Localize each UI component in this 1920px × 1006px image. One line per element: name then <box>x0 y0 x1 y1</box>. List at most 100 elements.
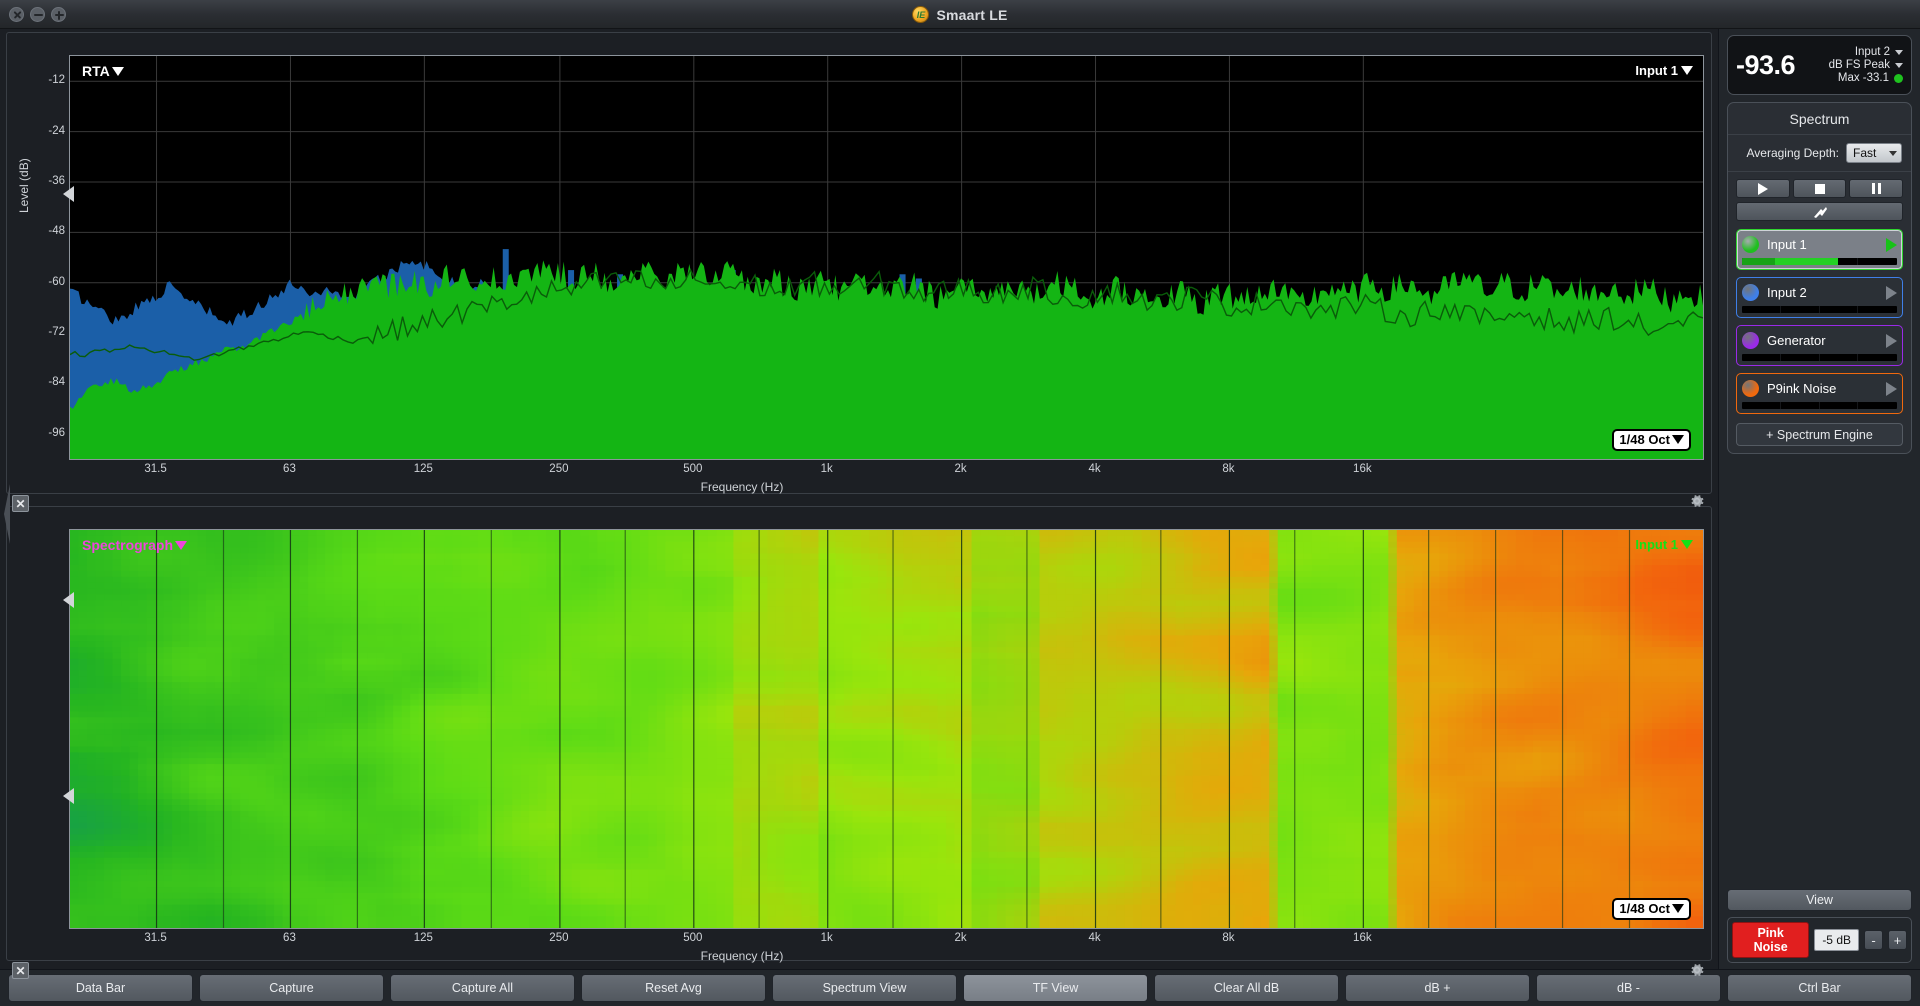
x-tick: 500 <box>683 463 703 475</box>
engine-color-dot-icon <box>1742 380 1759 397</box>
engine-play-icon[interactable] <box>1886 381 1897 396</box>
x-tick: 4k <box>1088 932 1101 944</box>
rta-spectrum-graph <box>70 56 1703 459</box>
spectrum-panel: Spectrum Averaging Depth: Fast Input 1 I… <box>1727 102 1912 454</box>
data-bar-details: Input 2 dB FS Peak Max -33.1 <box>1801 46 1903 84</box>
rta-settings-gear-icon[interactable] <box>1688 492 1706 510</box>
rta-y-tick: -24 <box>48 124 65 137</box>
averaging-depth-value: Fast <box>1853 146 1877 160</box>
engine-row: P9ink Noise <box>1742 378 1897 399</box>
spectrum-engine-list: Input 1 Input 2 Generator P9ink Noise <box>1728 221 1911 414</box>
generator-level-increase-button[interactable]: + <box>1888 930 1907 950</box>
engine-meter-fill-peak <box>1774 258 1839 265</box>
x-tick: 500 <box>683 932 703 944</box>
engine-level-meter <box>1742 402 1897 409</box>
engine-play-icon[interactable] <box>1886 237 1897 252</box>
engine-row: Input 2 <box>1742 282 1897 303</box>
x-tick: 8k <box>1222 463 1235 475</box>
x-tick: 2k <box>954 463 967 475</box>
engine-level-meter <box>1742 258 1897 265</box>
spectrograph-settings-gear-icon[interactable] <box>1688 961 1706 979</box>
spectrum-engine-input-1[interactable]: Input 1 <box>1736 229 1903 270</box>
engine-color-dot-icon <box>1742 236 1759 253</box>
engine-play-icon[interactable] <box>1886 285 1897 300</box>
x-tick: 125 <box>413 932 433 944</box>
pink-noise-button[interactable]: Pink Noise <box>1732 922 1810 958</box>
data-bar: -93.6 Input 2 dB FS Peak Max -33.1 <box>1727 35 1912 95</box>
rta-octave-label: 1/48 Oct <box>1619 432 1670 447</box>
rta-close-icon[interactable]: ✕ <box>12 495 29 512</box>
rta-source-menu[interactable]: Input 1 <box>1635 63 1693 78</box>
add-spectrum-engine-button[interactable]: + Spectrum Engine <box>1736 423 1903 446</box>
chevron-down-icon <box>175 540 188 550</box>
rta-source-label: Input 1 <box>1635 63 1678 78</box>
spectrograph-marker-lower[interactable] <box>63 788 74 804</box>
plot-area: Level (dB) -12 -24 -36 -48 -60 -72 -84 -96 RTA … <box>0 29 1718 979</box>
spectrum-engine-p9ink-noise[interactable]: P9ink Noise <box>1736 373 1903 414</box>
ctrl-button-capture-all[interactable]: Capture All <box>390 974 575 1002</box>
engine-level-meter <box>1742 306 1897 313</box>
ctrl-button-db[interactable]: dB + <box>1345 974 1530 1002</box>
smaart-logo-icon: IE <box>912 6 930 23</box>
chevron-down-icon <box>1681 540 1693 549</box>
spectrograph-canvas[interactable]: Spectrograph Input 1 1/48 Oct <box>69 529 1704 929</box>
rta-octave-badge[interactable]: 1/48 Oct <box>1612 429 1691 451</box>
chevron-down-icon <box>1895 49 1903 55</box>
panel-bottom-controls: View Pink Noise -5 dB - + <box>1727 889 1912 963</box>
data-bar-source: Input 2 <box>1854 46 1890 58</box>
x-tick: 250 <box>549 463 569 475</box>
pause-button[interactable] <box>1849 179 1904 198</box>
stop-button[interactable] <box>1792 179 1847 198</box>
tools-button[interactable] <box>1736 202 1903 221</box>
ctrl-button-ctrl-bar[interactable]: Ctrl Bar <box>1727 974 1912 1002</box>
spectrograph-x-axis-label: Frequency (Hz) <box>700 949 784 963</box>
signal-status-indicator <box>1894 73 1903 83</box>
spectrograph-source-label: Input 1 <box>1635 537 1678 552</box>
chevron-down-icon <box>1681 66 1693 75</box>
x-tick: 16k <box>1353 463 1372 475</box>
ctrl-button-tf-view[interactable]: TF View <box>963 974 1148 1002</box>
spectrograph-close-icon[interactable]: ✕ <box>12 962 29 979</box>
rta-plot-panel: Level (dB) -12 -24 -36 -48 -60 -72 -84 -96 RTA … <box>6 32 1712 494</box>
rta-title-menu[interactable]: RTA <box>82 63 124 79</box>
engine-level-meter <box>1742 354 1897 361</box>
engine-label: P9ink Noise <box>1767 381 1837 396</box>
rta-x-axis-label: Frequency (Hz) <box>700 480 784 494</box>
spectrograph-title-menu[interactable]: Spectrograph <box>82 537 188 553</box>
tools-hammer-wrench-icon <box>1813 206 1827 218</box>
x-tick: 1k <box>820 932 833 944</box>
rta-y-ticks: -12 -24 -36 -48 -60 -72 -84 -96 <box>29 33 69 493</box>
ctrl-button-spectrum-view[interactable]: Spectrum View <box>772 974 957 1002</box>
ctrl-button-clear-all-db[interactable]: Clear All dB <box>1154 974 1339 1002</box>
right-control-panel: -93.6 Input 2 dB FS Peak Max -33.1 Spect… <box>1718 29 1920 969</box>
generator-level-decrease-button[interactable]: - <box>1864 930 1883 950</box>
rta-level-marker[interactable] <box>63 186 74 202</box>
averaging-depth-row: Averaging Depth: Fast <box>1728 135 1911 172</box>
play-button[interactable] <box>1736 179 1790 198</box>
view-button[interactable]: View <box>1727 889 1912 911</box>
spectrograph-marker-upper[interactable] <box>63 592 74 608</box>
data-bar-unit-row[interactable]: dB FS Peak <box>1829 59 1903 71</box>
engine-label: Input 1 <box>1767 237 1807 252</box>
spectrum-engine-input-2[interactable]: Input 2 <box>1736 277 1903 318</box>
spectrum-engine-generator[interactable]: Generator <box>1736 325 1903 366</box>
x-tick: 1k <box>820 463 833 475</box>
ctrl-button-data-bar[interactable]: Data Bar <box>8 974 193 1002</box>
data-bar-source-row[interactable]: Input 2 <box>1855 46 1903 58</box>
engine-label: Generator <box>1767 333 1826 348</box>
ctrl-button-reset-avg[interactable]: Reset Avg <box>581 974 766 1002</box>
transport-controls <box>1728 172 1911 198</box>
rta-canvas[interactable]: RTA Input 1 1/48 Oct <box>69 55 1704 460</box>
control-bar: Data Bar Capture Capture All Reset Avg Spect… <box>0 969 1920 1006</box>
spectrograph-heatmap <box>70 530 1703 928</box>
rta-y-tick: -12 <box>48 74 65 87</box>
averaging-depth-select[interactable]: Fast <box>1846 143 1902 163</box>
generator-level-value[interactable]: -5 dB <box>1814 929 1859 951</box>
spectrograph-octave-badge[interactable]: 1/48 Oct <box>1612 898 1691 920</box>
ctrl-button-capture[interactable]: Capture <box>199 974 384 1002</box>
chevron-down-icon <box>1672 904 1684 913</box>
spectrograph-source-menu[interactable]: Input 1 <box>1635 537 1693 552</box>
engine-play-icon[interactable] <box>1886 333 1897 348</box>
panel-resize-handle[interactable] <box>2 484 12 544</box>
spectrograph-title-text: Spectrograph <box>82 537 174 553</box>
